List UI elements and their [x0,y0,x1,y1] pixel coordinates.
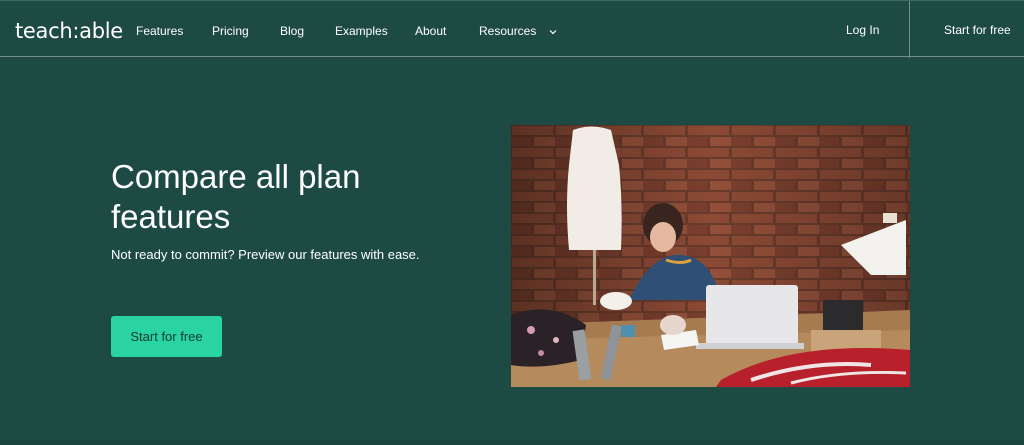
login-link[interactable]: Log In [846,23,879,37]
section-divider [0,440,1024,445]
chevron-down-icon [549,29,557,35]
page-subtitle: Not ready to commit? Preview our feature… [111,247,420,262]
nav-resources[interactable]: Resources [479,24,557,38]
page-title: Compare all plan features [111,158,361,235]
nav-blog[interactable]: Blog [280,24,304,38]
start-for-free-link[interactable]: Start for free [944,23,1011,37]
nav-about[interactable]: About [415,24,446,38]
hero-photo [511,125,910,387]
nav-pricing[interactable]: Pricing [212,24,249,38]
nav-features[interactable]: Features [136,24,183,38]
nav-resources-label: Resources [479,24,537,38]
start-for-free-button[interactable]: Start for free [111,316,222,357]
nav-divider [909,1,910,58]
teachable-logo[interactable]: teach:able [15,19,123,43]
top-navigation-bar: teach:able Features Pricing Blog Example… [0,0,1024,58]
nav-examples[interactable]: Examples [335,24,388,38]
